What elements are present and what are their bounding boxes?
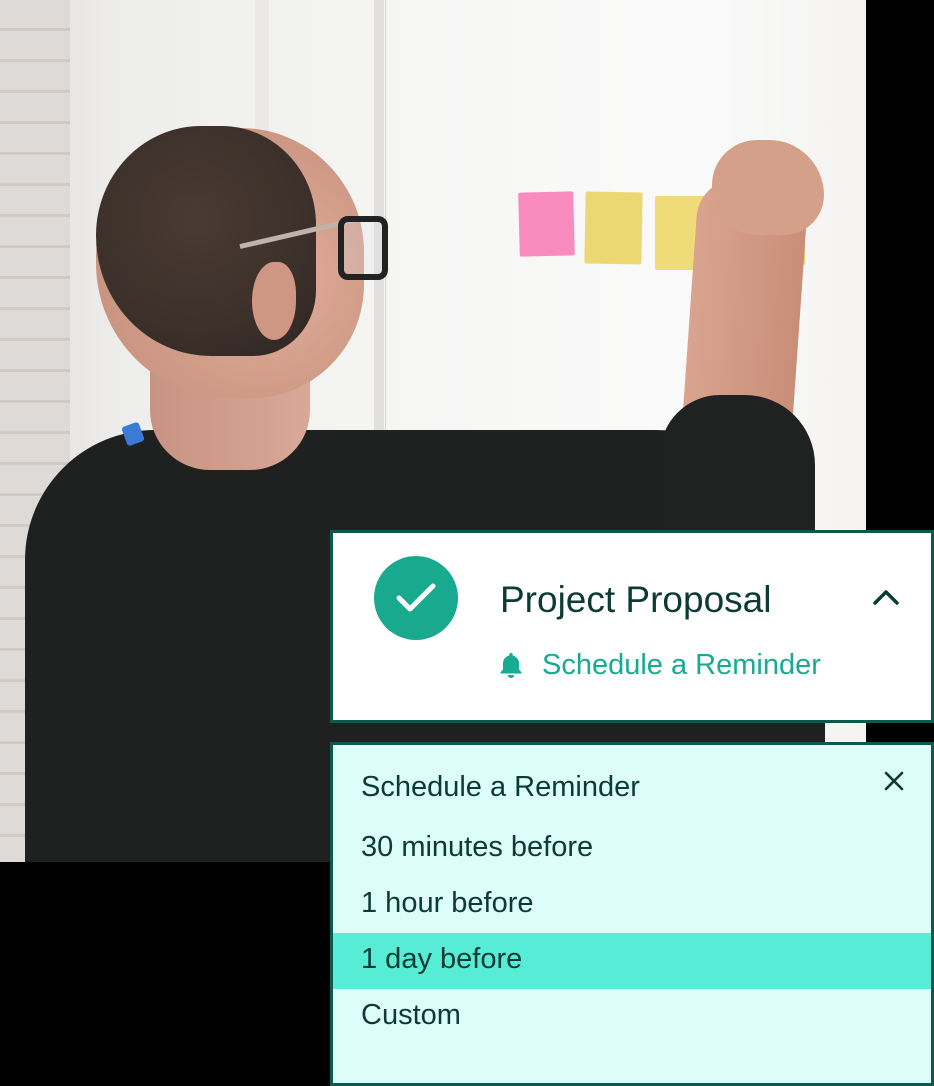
person-ear bbox=[252, 262, 296, 340]
sticky-note bbox=[518, 191, 575, 257]
check-circle-icon[interactable] bbox=[374, 556, 458, 640]
reminder-option-label: Custom bbox=[361, 999, 461, 1031]
reminder-menu: Schedule a Reminder 30 minutes before 1 … bbox=[330, 742, 934, 1086]
schedule-reminder-label: Schedule a Reminder bbox=[542, 648, 821, 681]
reminder-menu-title: Schedule a Reminder bbox=[361, 771, 640, 803]
reminder-option-label: 30 minutes before bbox=[361, 831, 594, 863]
reminder-menu-header: Schedule a Reminder bbox=[333, 763, 931, 813]
reminder-option-1-hour[interactable]: 1 hour before bbox=[333, 877, 931, 933]
checkmark-icon bbox=[396, 583, 436, 612]
sticky-note bbox=[584, 191, 643, 265]
reminder-option-custom[interactable]: Custom bbox=[333, 989, 931, 1045]
person-hand bbox=[712, 140, 824, 235]
close-icon[interactable] bbox=[882, 769, 906, 793]
reminder-option-30-minutes[interactable]: 30 minutes before bbox=[333, 821, 931, 877]
reminder-option-1-day[interactable]: 1 day before bbox=[333, 933, 931, 989]
schedule-reminder-link[interactable]: Schedule a Reminder bbox=[498, 646, 821, 684]
chevron-up-icon[interactable] bbox=[871, 587, 901, 607]
task-title: Project Proposal bbox=[500, 579, 772, 620]
reminder-option-label: 1 hour before bbox=[361, 887, 534, 919]
reminder-option-label: 1 day before bbox=[361, 943, 523, 975]
task-card: Project Proposal Schedule a Reminder bbox=[330, 530, 934, 723]
bell-icon bbox=[500, 653, 522, 678]
person-glasses-lens bbox=[338, 216, 388, 280]
hero-photo bbox=[0, 0, 866, 862]
